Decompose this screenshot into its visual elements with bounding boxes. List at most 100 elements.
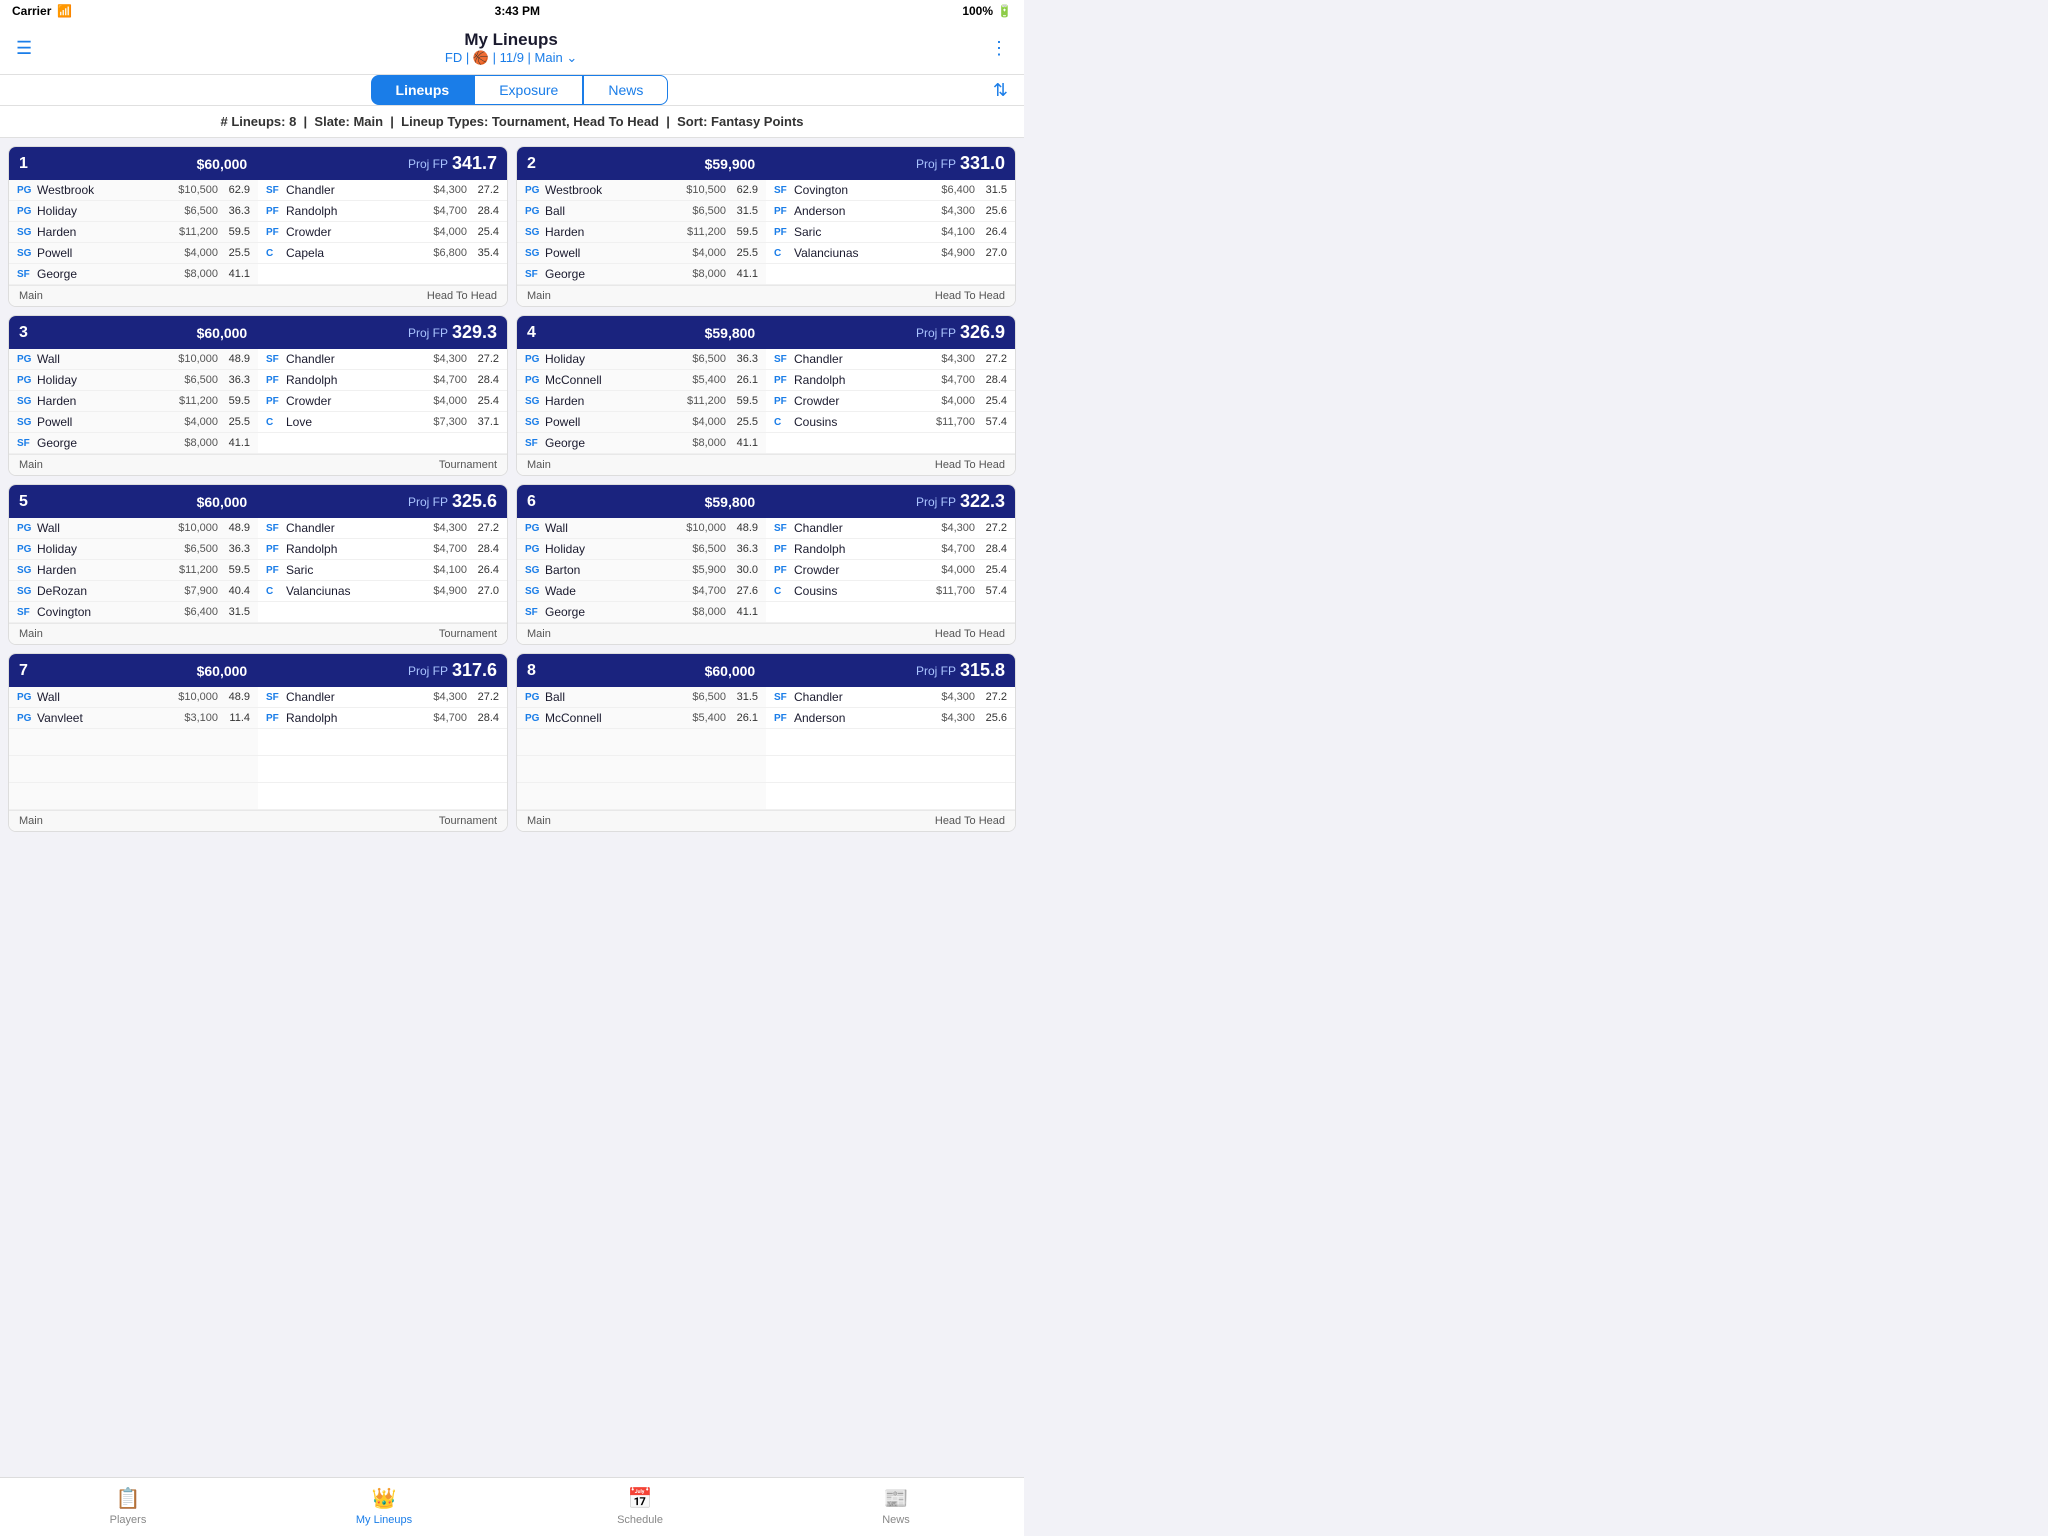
player-salary: $4,000 xyxy=(417,226,467,238)
player-row[interactable]: SF Chandler $4,300 27.2 xyxy=(258,349,507,370)
player-pos: SG xyxy=(525,417,545,428)
player-row[interactable]: SF George $8,000 41.1 xyxy=(517,433,766,454)
lineup-card-8[interactable]: 8 $60,000 Proj FP 315.8 PG Ball $6,500 3… xyxy=(516,653,1016,832)
player-row[interactable]: PF Saric $4,100 26.4 xyxy=(258,560,507,581)
player-row[interactable]: PG Holiday $6,500 36.3 xyxy=(9,370,258,391)
player-row[interactable]: SG Wade $4,700 27.6 xyxy=(517,581,766,602)
player-row[interactable] xyxy=(9,783,258,810)
player-row[interactable]: PF Randolph $4,700 28.4 xyxy=(258,708,507,729)
player-pos: PF xyxy=(774,396,794,407)
player-row[interactable]: PF Crowder $4,000 25.4 xyxy=(258,391,507,412)
player-row[interactable]: SF Chandler $4,300 27.2 xyxy=(258,180,507,201)
player-row[interactable] xyxy=(766,756,1015,783)
player-row[interactable]: PG Holiday $6,500 36.3 xyxy=(9,201,258,222)
player-salary: $4,700 xyxy=(925,374,975,386)
player-row[interactable]: PF Saric $4,100 26.4 xyxy=(766,222,1015,243)
player-row[interactable]: PG Ball $6,500 31.5 xyxy=(517,687,766,708)
tab-lineups[interactable]: Lineups xyxy=(371,75,475,105)
lineup-number: 5 xyxy=(19,493,28,511)
player-row[interactable]: C Cousins $11,700 57.4 xyxy=(766,581,1015,602)
lineup-card-7[interactable]: 7 $60,000 Proj FP 317.6 PG Wall $10,000 … xyxy=(8,653,508,832)
player-row[interactable]: SF Chandler $4,300 27.2 xyxy=(258,687,507,708)
bottom-tab-players[interactable]: 📋 Players xyxy=(0,1486,256,1526)
player-row[interactable]: PF Randolph $4,700 28.4 xyxy=(766,539,1015,560)
mylineups-icon: 👑 xyxy=(372,1486,397,1511)
player-row[interactable]: PG Vanvleet $3,100 11.4 xyxy=(9,708,258,729)
player-row[interactable]: PG Holiday $6,500 36.3 xyxy=(517,539,766,560)
player-row[interactable]: SF George $8,000 41.1 xyxy=(9,433,258,454)
bottom-tab-mylineups[interactable]: 👑 My Lineups xyxy=(256,1486,512,1526)
lineup-card-4[interactable]: 4 $59,800 Proj FP 326.9 PG Holiday $6,50… xyxy=(516,315,1016,476)
player-row[interactable]: PG Holiday $6,500 36.3 xyxy=(9,539,258,560)
player-row[interactable]: C Valanciunas $4,900 27.0 xyxy=(258,581,507,602)
player-row[interactable]: PF Anderson $4,300 25.6 xyxy=(766,708,1015,729)
player-row[interactable]: SG Harden $11,200 59.5 xyxy=(517,391,766,412)
player-row[interactable] xyxy=(9,729,258,756)
player-row[interactable]: PG Westbrook $10,500 62.9 xyxy=(9,180,258,201)
player-row[interactable]: PF Randolph $4,700 28.4 xyxy=(258,201,507,222)
player-row[interactable]: SF George $8,000 41.1 xyxy=(9,264,258,285)
player-row[interactable]: PG Ball $6,500 31.5 xyxy=(517,201,766,222)
player-row[interactable]: PG McConnell $5,400 26.1 xyxy=(517,370,766,391)
player-row[interactable]: SG DeRozan $7,900 40.4 xyxy=(9,581,258,602)
player-row[interactable]: PF Randolph $4,700 28.4 xyxy=(766,370,1015,391)
player-row[interactable]: PF Crowder $4,000 25.4 xyxy=(766,391,1015,412)
player-row[interactable]: PF Crowder $4,000 25.4 xyxy=(766,560,1015,581)
player-row[interactable]: SF Chandler $4,300 27.2 xyxy=(258,518,507,539)
header-subtitle[interactable]: FD | 🏀 | 11/9 | Main ⌄ xyxy=(32,50,990,66)
player-row[interactable]: PG Wall $10,000 48.9 xyxy=(517,518,766,539)
tab-exposure[interactable]: Exposure xyxy=(474,75,583,105)
player-row[interactable]: C Cousins $11,700 57.4 xyxy=(766,412,1015,433)
player-row[interactable] xyxy=(517,756,766,783)
lineup-card-6[interactable]: 6 $59,800 Proj FP 322.3 PG Wall $10,000 … xyxy=(516,484,1016,645)
bottom-tab-news[interactable]: 📰 News xyxy=(768,1486,1024,1526)
player-row[interactable]: SG Powell $4,000 25.5 xyxy=(9,243,258,264)
player-row[interactable]: SG Harden $11,200 59.5 xyxy=(517,222,766,243)
player-row[interactable]: PG Wall $10,000 48.9 xyxy=(9,687,258,708)
player-row[interactable] xyxy=(9,756,258,783)
player-row[interactable]: SF Chandler $4,300 27.2 xyxy=(766,518,1015,539)
player-row[interactable]: SF George $8,000 41.1 xyxy=(517,602,766,623)
player-row[interactable]: SF Covington $6,400 31.5 xyxy=(766,180,1015,201)
player-row[interactable] xyxy=(517,729,766,756)
player-row[interactable]: SG Powell $4,000 25.5 xyxy=(517,412,766,433)
adjustments-icon[interactable]: ⇅ xyxy=(993,80,1008,101)
lineup-card-5[interactable]: 5 $60,000 Proj FP 325.6 PG Wall $10,000 … xyxy=(8,484,508,645)
lineup-card-1[interactable]: 1 $60,000 Proj FP 341.7 PG Westbrook $10… xyxy=(8,146,508,307)
player-row[interactable]: SG Powell $4,000 25.5 xyxy=(9,412,258,433)
lineup-card-3[interactable]: 3 $60,000 Proj FP 329.3 PG Wall $10,000 … xyxy=(8,315,508,476)
player-row[interactable]: C Capela $6,800 35.4 xyxy=(258,243,507,264)
player-row[interactable]: PG McConnell $5,400 26.1 xyxy=(517,708,766,729)
player-salary: $4,000 xyxy=(168,416,218,428)
bottom-tab-schedule[interactable]: 📅 Schedule xyxy=(512,1486,768,1526)
player-row[interactable]: PF Crowder $4,000 25.4 xyxy=(258,222,507,243)
player-row[interactable]: SF Chandler $4,300 27.2 xyxy=(766,349,1015,370)
player-row[interactable]: SG Harden $11,200 59.5 xyxy=(9,391,258,412)
player-row[interactable] xyxy=(258,756,507,783)
menu-button[interactable]: ☰ xyxy=(16,38,32,59)
player-row[interactable]: PF Randolph $4,700 28.4 xyxy=(258,539,507,560)
player-row[interactable] xyxy=(258,729,507,756)
player-row[interactable]: PG Wall $10,000 48.9 xyxy=(9,349,258,370)
player-row[interactable]: SF Covington $6,400 31.5 xyxy=(9,602,258,623)
player-row[interactable]: PG Holiday $6,500 36.3 xyxy=(517,349,766,370)
player-row[interactable]: SG Powell $4,000 25.5 xyxy=(517,243,766,264)
player-row[interactable] xyxy=(766,729,1015,756)
player-row[interactable]: PF Anderson $4,300 25.6 xyxy=(766,201,1015,222)
tab-news[interactable]: News xyxy=(583,75,668,105)
player-row[interactable]: PF Randolph $4,700 28.4 xyxy=(258,370,507,391)
player-row[interactable]: C Valanciunas $4,900 27.0 xyxy=(766,243,1015,264)
player-row[interactable]: C Love $7,300 37.1 xyxy=(258,412,507,433)
player-row[interactable] xyxy=(517,783,766,810)
player-row[interactable]: SG Barton $5,900 30.0 xyxy=(517,560,766,581)
player-row[interactable]: SG Harden $11,200 59.5 xyxy=(9,222,258,243)
player-salary: $11,700 xyxy=(925,585,975,597)
more-button[interactable]: ⋮ xyxy=(990,38,1008,59)
player-row[interactable]: PG Wall $10,000 48.9 xyxy=(9,518,258,539)
player-name: Holiday xyxy=(545,542,676,556)
player-row[interactable]: SG Harden $11,200 59.5 xyxy=(9,560,258,581)
lineup-card-2[interactable]: 2 $59,900 Proj FP 331.0 PG Westbrook $10… xyxy=(516,146,1016,307)
player-row[interactable]: SF George $8,000 41.1 xyxy=(517,264,766,285)
player-row[interactable]: PG Westbrook $10,500 62.9 xyxy=(517,180,766,201)
player-row[interactable]: SF Chandler $4,300 27.2 xyxy=(766,687,1015,708)
